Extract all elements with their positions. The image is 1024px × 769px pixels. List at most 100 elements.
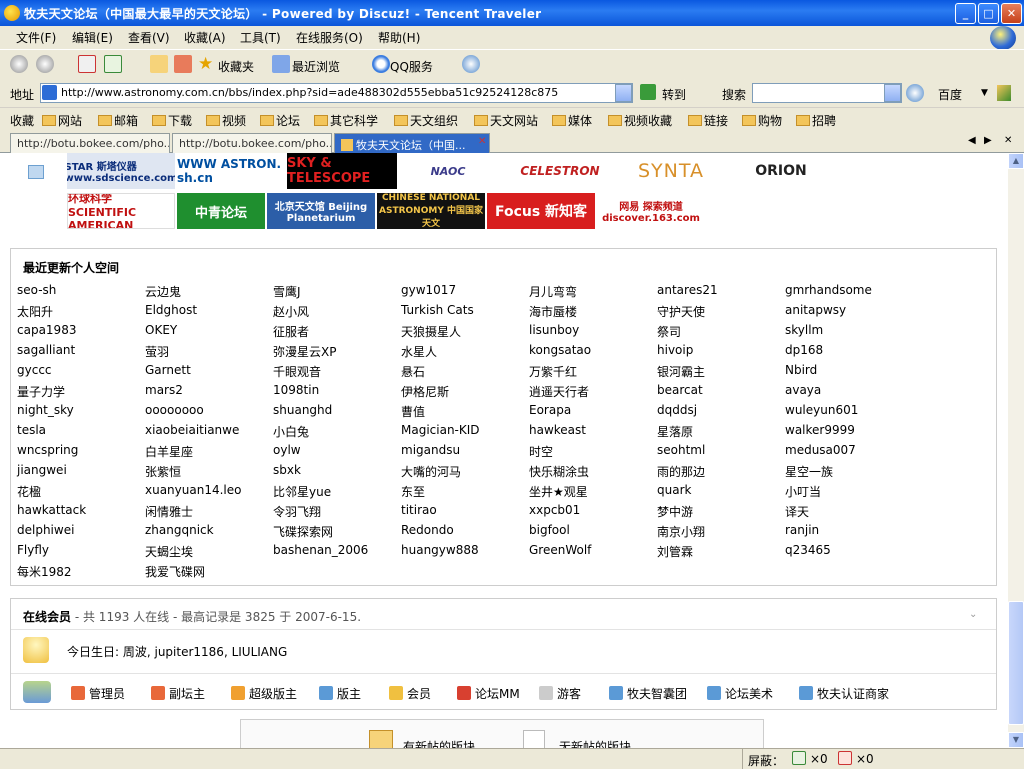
space-link[interactable]: oooooooo (145, 403, 204, 417)
space-link[interactable]: hivoip (657, 343, 693, 357)
collapse-icon[interactable]: ⌄ (969, 609, 977, 620)
tab-close-all-icon[interactable]: ✕ (1004, 135, 1012, 146)
ad-block-icon[interactable] (838, 751, 852, 765)
space-link[interactable]: 花楹 (17, 483, 41, 500)
space-link[interactable]: 星落原 (657, 423, 693, 440)
space-link[interactable]: wncspring (17, 443, 78, 457)
space-link[interactable]: 比邻星yue (273, 483, 331, 500)
space-link[interactable]: antares21 (657, 283, 718, 297)
history-icon[interactable] (174, 55, 192, 73)
space-link[interactable]: Garnett (145, 363, 191, 377)
space-link[interactable]: gmrhandsome (785, 283, 872, 297)
menu-file[interactable]: 文件(F) (16, 29, 56, 46)
search-input[interactable] (752, 83, 902, 103)
vertical-scrollbar[interactable]: ▲ ▼ (1008, 153, 1024, 748)
tab-botu-2[interactable]: http://botu.bokee.com/pho... (172, 133, 332, 153)
space-link[interactable]: 曹值 (401, 403, 425, 420)
space-link[interactable]: 赵小风 (273, 303, 309, 320)
space-link[interactable]: hawkeast (529, 423, 586, 437)
space-link[interactable]: 大嘴的河马 (401, 463, 461, 480)
space-link[interactable]: migandsu (401, 443, 460, 457)
space-link[interactable]: 梦中游 (657, 503, 693, 520)
fav-item-site[interactable]: 网站 (42, 112, 82, 129)
space-link[interactable]: 弥漫星云XP (273, 343, 336, 360)
logo-synta[interactable]: SYNTA (618, 156, 724, 186)
space-link[interactable]: skyllm (785, 323, 823, 337)
search-dropdown-icon[interactable] (884, 84, 901, 102)
space-link[interactable]: 萤羽 (145, 343, 169, 360)
space-link[interactable]: dqddsj (657, 403, 697, 417)
fav-item-video[interactable]: 视频 (206, 112, 246, 129)
space-link[interactable]: 水星人 (401, 343, 437, 360)
logo-scientific-american[interactable]: 环球科学 SCIENTIFIC AMERICAN (67, 193, 175, 229)
space-link[interactable]: 悬石 (401, 363, 425, 380)
address-input[interactable]: http://www.astronomy.com.cn/bbs/index.ph… (40, 83, 633, 103)
space-link[interactable]: Flyfly (17, 543, 49, 557)
fav-item-video-fav[interactable]: 视频收藏 (608, 112, 672, 129)
space-link[interactable]: 祭司 (657, 323, 681, 340)
space-link[interactable]: bearcat (657, 383, 703, 397)
space-link[interactable]: 时空 (529, 443, 553, 460)
go-button[interactable]: 转到 (662, 86, 686, 103)
logo-orion[interactable]: ORION (728, 159, 834, 183)
search-engine-select[interactable]: 百度 (938, 86, 962, 103)
tab-scroll-left-icon[interactable]: ◀ (968, 135, 976, 146)
space-link[interactable]: 小叮当 (785, 483, 821, 500)
space-link[interactable]: 张紫恒 (145, 463, 181, 480)
space-link[interactable]: seo-sh (17, 283, 56, 297)
logo-star-instruments[interactable]: STAR 斯塔仪器 www.sdscience.com (67, 153, 175, 189)
menu-online-service[interactable]: 在线服务(O) (296, 29, 363, 46)
fav-item-astro-org[interactable]: 天文组织 (394, 112, 458, 129)
tab-botu-1[interactable]: http://botu.bokee.com/pho... (10, 133, 170, 153)
space-link[interactable]: Turkish Cats (401, 303, 474, 317)
space-link[interactable]: 星空一族 (785, 463, 833, 480)
recent-button[interactable]: 最近浏览 (292, 58, 340, 75)
space-link[interactable]: huangyw888 (401, 543, 479, 557)
space-link[interactable]: tesla (17, 423, 46, 437)
logo-celestron[interactable]: CELESTRON (505, 159, 615, 183)
scroll-up-icon[interactable]: ▲ (1008, 153, 1024, 169)
space-link[interactable]: 银河霸主 (657, 363, 705, 380)
space-link[interactable]: xiaobeiaitianwe (145, 423, 239, 437)
space-link[interactable]: 千眼观音 (273, 363, 321, 380)
space-link[interactable]: 雪鹰J (273, 283, 301, 300)
space-link[interactable]: medusa007 (785, 443, 856, 457)
space-link[interactable]: Nbird (785, 363, 817, 377)
space-link[interactable]: dp168 (785, 343, 823, 357)
space-link[interactable]: zhangqnick (145, 523, 214, 537)
space-link[interactable]: anitapwsy (785, 303, 846, 317)
space-link[interactable]: titirao (401, 503, 437, 517)
space-link[interactable]: night_sky (17, 403, 74, 417)
forward-icon[interactable] (36, 55, 54, 73)
space-link[interactable]: 守护天使 (657, 303, 705, 320)
maximize-button[interactable]: □ (978, 3, 999, 24)
address-dropdown-icon[interactable] (615, 84, 632, 102)
fav-item-astro-site[interactable]: 天文网站 (474, 112, 538, 129)
space-link[interactable]: bashenan_2006 (273, 543, 368, 557)
search-go-icon[interactable] (906, 84, 924, 102)
space-link[interactable]: sbxk (273, 463, 301, 477)
home-icon[interactable] (28, 165, 44, 179)
space-link[interactable]: 我爱飞碟网 (145, 563, 205, 580)
space-link[interactable]: seohtml (657, 443, 705, 457)
space-link[interactable]: capa1983 (17, 323, 76, 337)
fav-item-download[interactable]: 下载 (152, 112, 192, 129)
space-link[interactable]: 令羽飞翔 (273, 503, 321, 520)
space-link[interactable]: 飞碟探索网 (273, 523, 333, 540)
space-link[interactable]: 伊格尼斯 (401, 383, 449, 400)
space-link[interactable]: OKEY (145, 323, 177, 337)
fav-item-media[interactable]: 媒体 (552, 112, 592, 129)
space-link[interactable]: 云边鬼 (145, 283, 181, 300)
popup-block-icon[interactable] (792, 751, 806, 765)
space-link[interactable]: delphiwei (17, 523, 74, 537)
logo-focus-xinzhike[interactable]: Focus 新知客 (487, 193, 595, 229)
logo-beijing-planetarium[interactable]: 北京天文馆 Beijing Planetarium (267, 193, 375, 229)
space-link[interactable]: 太阳升 (17, 303, 53, 320)
space-link[interactable]: sagalliant (17, 343, 75, 357)
fav-item-forum[interactable]: 论坛 (260, 112, 300, 129)
fav-item-shopping[interactable]: 购物 (742, 112, 782, 129)
space-link[interactable]: gyccc (17, 363, 52, 377)
space-link[interactable]: 1098tin (273, 383, 319, 397)
fav-item-jobs[interactable]: 招聘 (796, 112, 836, 129)
space-link[interactable]: 坐井★观星 (529, 483, 588, 500)
